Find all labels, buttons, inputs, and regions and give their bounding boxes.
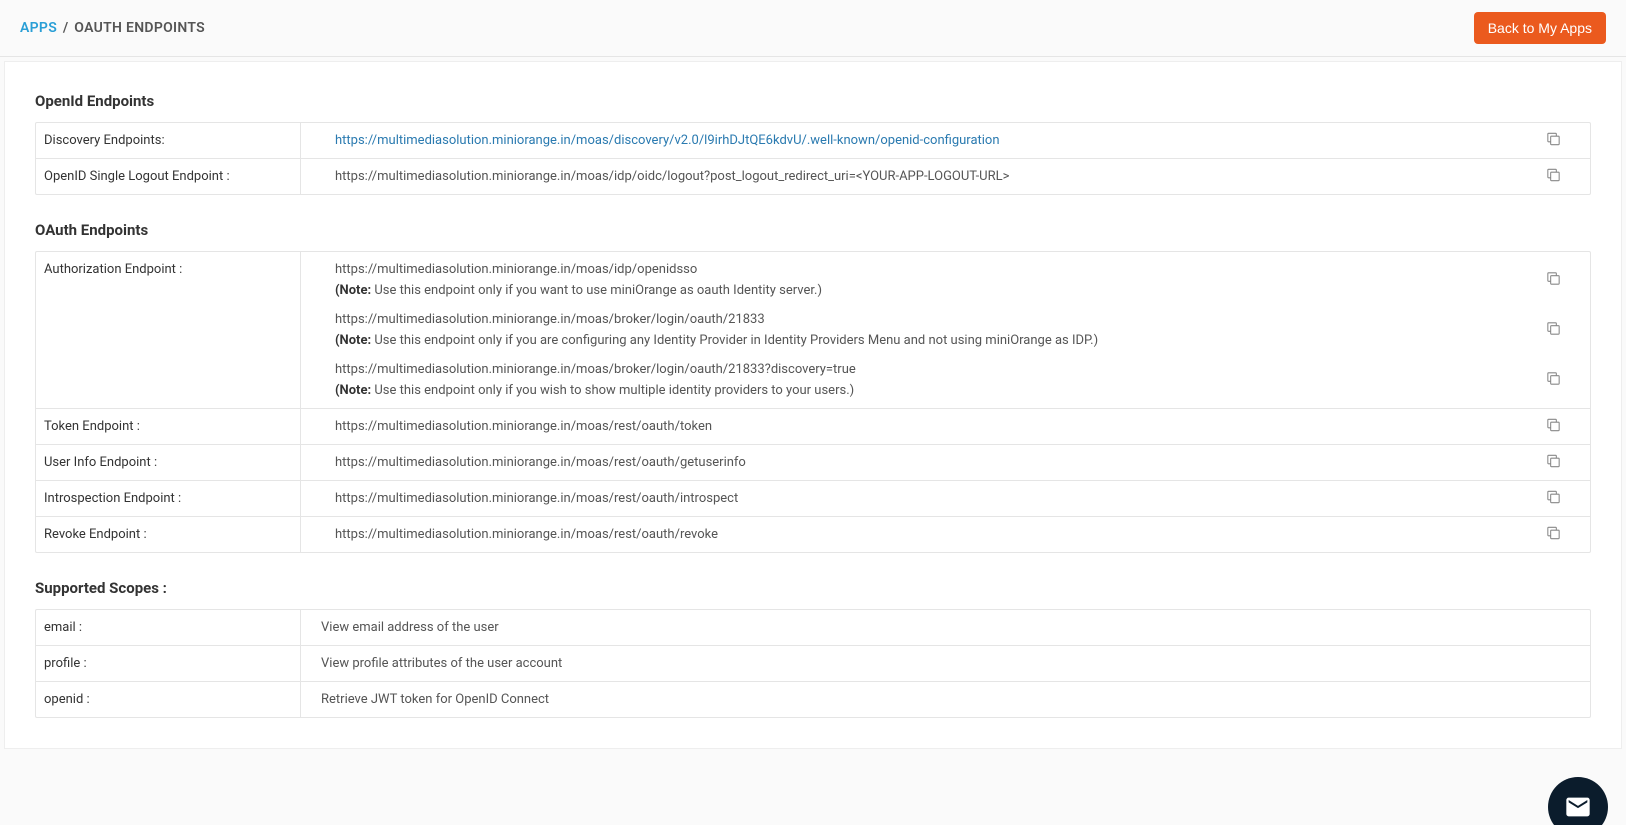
table-row: Token Endpoint : https://multimediasolut… (36, 409, 1590, 445)
row-value: https://multimediasolution.miniorange.in… (301, 409, 1590, 444)
table-row: openid : Retrieve JWT token for OpenID C… (36, 682, 1590, 717)
table-row: Revoke Endpoint : https://multimediasolu… (36, 517, 1590, 552)
auth-endpoint-url: https://multimediasolution.miniorange.in… (335, 312, 765, 327)
table-row: profile : View profile attributes of the… (36, 646, 1590, 682)
row-value: View profile attributes of the user acco… (301, 646, 1590, 681)
row-label: email : (36, 610, 301, 645)
scopes-section: Supported Scopes : email : View email ad… (35, 579, 1591, 718)
back-to-my-apps-button[interactable]: Back to My Apps (1474, 12, 1606, 44)
row-label: Authorization Endpoint : (36, 252, 301, 408)
header-bar: APPS / OAUTH ENDPOINTS Back to My Apps (0, 0, 1626, 57)
copy-icon[interactable] (1545, 452, 1562, 473)
openid-section-title: OpenId Endpoints (35, 92, 1591, 110)
logout-endpoint-url: https://multimediasolution.miniorange.in… (335, 169, 1009, 184)
row-label: Discovery Endpoints: (36, 123, 301, 158)
auth-endpoint-block: https://multimediasolution.miniorange.in… (335, 312, 1520, 348)
copy-icon[interactable] (1545, 488, 1562, 509)
openid-section: OpenId Endpoints Discovery Endpoints: ht… (35, 92, 1591, 195)
row-label: profile : (36, 646, 301, 681)
table-row: Discovery Endpoints: https://multimedias… (36, 123, 1590, 159)
table-row: OpenID Single Logout Endpoint : https://… (36, 159, 1590, 194)
table-row: Introspection Endpoint : https://multime… (36, 481, 1590, 517)
discovery-endpoint-link[interactable]: https://multimediasolution.miniorange.in… (335, 133, 1000, 148)
oauth-table: Authorization Endpoint : https://multime… (35, 251, 1591, 553)
mail-icon (1564, 793, 1592, 821)
oauth-section: OAuth Endpoints Authorization Endpoint :… (35, 221, 1591, 553)
table-row: email : View email address of the user (36, 610, 1590, 646)
row-label: User Info Endpoint : (36, 445, 301, 480)
chat-widget-button[interactable] (1548, 777, 1608, 825)
copy-icon[interactable] (1545, 130, 1562, 151)
row-label: Revoke Endpoint : (36, 517, 301, 552)
auth-endpoint-url: https://multimediasolution.miniorange.in… (335, 362, 856, 377)
breadcrumb-apps-link[interactable]: APPS (20, 20, 57, 36)
copy-icon[interactable] (1545, 320, 1562, 341)
table-row: Authorization Endpoint : https://multime… (36, 252, 1590, 409)
introspection-endpoint-url: https://multimediasolution.miniorange.in… (335, 491, 738, 506)
copy-icon[interactable] (1545, 524, 1562, 545)
auth-endpoint-block: https://multimediasolution.miniorange.in… (335, 362, 1520, 398)
openid-table: Discovery Endpoints: https://multimedias… (35, 122, 1591, 195)
table-row: User Info Endpoint : https://multimedias… (36, 445, 1590, 481)
row-value: https://multimediasolution.miniorange.in… (301, 517, 1590, 552)
auth-endpoint-note: (Note: Use this endpoint only if you wan… (335, 283, 1520, 298)
row-value: https://multimediasolution.miniorange.in… (301, 159, 1590, 194)
copy-icon[interactable] (1545, 166, 1562, 187)
row-value: Retrieve JWT token for OpenID Connect (301, 682, 1590, 717)
auth-endpoint-block: https://multimediasolution.miniorange.in… (335, 262, 1520, 298)
row-label: Introspection Endpoint : (36, 481, 301, 516)
row-value: https://multimediasolution.miniorange.in… (301, 252, 1590, 408)
row-value: https://multimediasolution.miniorange.in… (301, 481, 1590, 516)
row-value: https://multimediasolution.miniorange.in… (301, 123, 1590, 158)
row-value: https://multimediasolution.miniorange.in… (301, 445, 1590, 480)
copy-icon[interactable] (1545, 370, 1562, 391)
auth-endpoint-note: (Note: Use this endpoint only if you are… (335, 333, 1520, 348)
breadcrumb-separator: / (63, 20, 69, 36)
scopes-section-title: Supported Scopes : (35, 579, 1591, 597)
breadcrumb: APPS / OAUTH ENDPOINTS (20, 20, 205, 36)
breadcrumb-current: OAUTH ENDPOINTS (74, 20, 205, 36)
oauth-section-title: OAuth Endpoints (35, 221, 1591, 239)
content-area: OpenId Endpoints Discovery Endpoints: ht… (4, 61, 1622, 749)
row-label: openid : (36, 682, 301, 717)
row-label: Token Endpoint : (36, 409, 301, 444)
revoke-endpoint-url: https://multimediasolution.miniorange.in… (335, 527, 718, 542)
auth-endpoint-note: (Note: Use this endpoint only if you wis… (335, 383, 1520, 398)
row-label: OpenID Single Logout Endpoint : (36, 159, 301, 194)
token-endpoint-url: https://multimediasolution.miniorange.in… (335, 419, 712, 434)
copy-icon[interactable] (1545, 270, 1562, 291)
copy-icon[interactable] (1545, 416, 1562, 437)
scopes-table: email : View email address of the user p… (35, 609, 1591, 718)
userinfo-endpoint-url: https://multimediasolution.miniorange.in… (335, 455, 746, 470)
row-value: View email address of the user (301, 610, 1590, 645)
auth-endpoint-url: https://multimediasolution.miniorange.in… (335, 262, 697, 277)
